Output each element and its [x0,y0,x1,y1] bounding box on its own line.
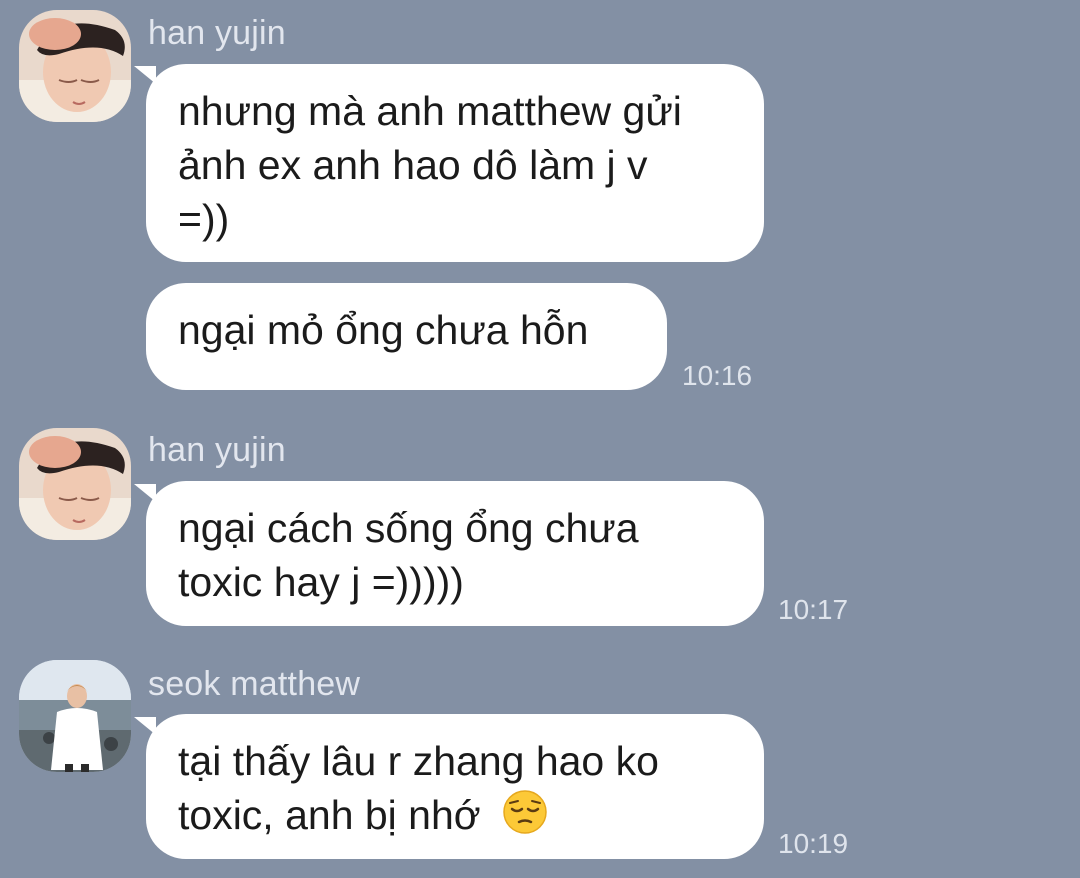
pensive-face-icon [502,789,548,848]
avatar-han-yujin[interactable] [19,10,131,122]
message-text-line: ảnh ex anh hao dô làm j v [178,142,648,188]
sender-name: seok matthew [148,665,361,703]
message-timestamp: 10:17 [778,594,849,625]
avatar-photo-seok-matthew [19,660,131,772]
avatar-seok-matthew[interactable] [19,660,131,772]
message-bubble[interactable]: tại thấy lâu r zhang hao ko toxic, anh b… [146,714,764,859]
avatar-photo-han-yujin [19,10,131,122]
sender-name: han yujin [148,14,286,52]
avatar-han-yujin[interactable] [19,428,131,540]
message-timestamp: 10:19 [778,828,849,859]
message-bubble[interactable]: nhưng mà anh matthew gửi ảnh ex anh hao … [146,64,764,262]
message-text-line: tại thấy lâu r zhang hao ko [178,738,659,784]
message-text-line: toxic hay j =))))) [178,559,464,605]
message-text-line: =)) [178,196,230,242]
avatar-photo-han-yujin [19,428,131,540]
message-text-line: ngại mỏ ổng chưa hỗn [178,307,589,353]
message-text-line: ngại cách sống ổng chưa [178,505,639,551]
message-text-line: nhưng mà anh matthew gửi [178,88,682,134]
message-bubble[interactable]: ngại mỏ ổng chưa hỗn [146,283,667,390]
message-text-line: toxic, anh bị nhớ [178,792,481,838]
sender-name: han yujin [148,431,286,469]
message-timestamp: 10:16 [682,360,753,391]
message-bubble[interactable]: ngại cách sống ổng chưa toxic hay j =)))… [146,481,764,626]
